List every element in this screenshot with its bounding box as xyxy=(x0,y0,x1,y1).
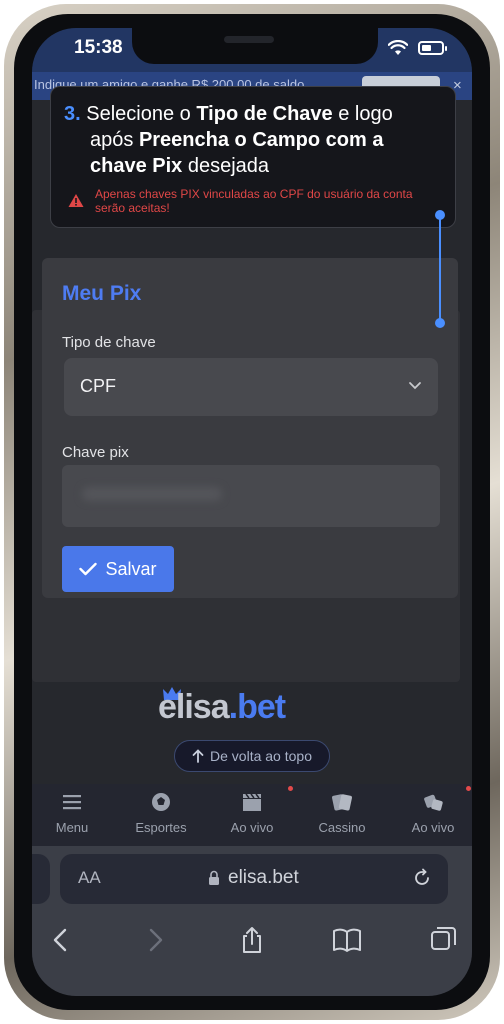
tooltip-bold-text: Preencha o Campo com a xyxy=(138,129,384,151)
step-number: 3. xyxy=(64,103,81,125)
tooltip-pointer-dot-top xyxy=(435,210,445,220)
previous-tab[interactable] xyxy=(32,854,50,904)
chevron-down-icon xyxy=(409,382,421,390)
tooltip-pointer-line xyxy=(439,214,441,322)
pix-card: Meu Pix Tipo de chave CPF Chave pix Salv… xyxy=(42,258,458,598)
share-icon[interactable] xyxy=(237,926,267,954)
elisa-bet-logo: elisa.bet xyxy=(158,688,286,727)
bookmarks-icon[interactable] xyxy=(332,926,362,954)
nav-item-menu[interactable]: Menu xyxy=(32,792,112,844)
status-time: 15:38 xyxy=(74,37,123,58)
nav-item-esportes[interactable]: Esportes xyxy=(121,792,201,844)
soccer-ball-icon xyxy=(152,793,170,811)
wifi-icon xyxy=(388,40,408,55)
tooltip-text: após xyxy=(90,129,139,151)
tooltip-text: desejada xyxy=(182,155,270,177)
url-text: elisa.bet xyxy=(228,867,299,888)
phone-screen: 15:38 Indique um amigo e ganhe R$ 200,00… xyxy=(32,28,472,996)
bottom-nav: Menu Esportes Ao vivo Cassino Ao vivo xyxy=(32,784,472,846)
nav-label-ao-vivo: Ao vivo xyxy=(230,820,274,835)
key-type-value: CPF xyxy=(80,376,116,396)
reload-icon[interactable] xyxy=(412,868,432,888)
tooltip-pointer-dot-bottom xyxy=(435,318,445,328)
forward-icon[interactable] xyxy=(140,926,170,954)
clapperboard-icon xyxy=(243,793,261,811)
arrow-up-icon xyxy=(192,749,204,763)
nav-label-esportes: Esportes xyxy=(135,820,187,835)
tooltip-text: e logo xyxy=(332,103,393,125)
warning-icon xyxy=(68,194,84,207)
tooltip-bold-text: Tipo de Chave xyxy=(196,103,333,125)
card-title: Meu Pix xyxy=(62,282,142,305)
key-type-select[interactable]: CPF xyxy=(64,358,438,416)
battery-icon xyxy=(418,41,447,55)
speaker-grille xyxy=(224,36,274,43)
nav-item-ao-vivo[interactable]: Ao vivo xyxy=(212,792,292,844)
back-icon[interactable] xyxy=(46,926,76,954)
pix-key-input[interactable] xyxy=(62,465,440,527)
logo-text-bet: .bet xyxy=(228,688,286,726)
tabs-icon[interactable] xyxy=(428,926,458,954)
menu-icon xyxy=(63,795,81,810)
pix-key-label: Chave pix xyxy=(62,444,129,461)
lock-icon xyxy=(209,870,219,885)
url-bar[interactable]: AA elisa.bet xyxy=(60,854,448,904)
nav-item-cassino[interactable]: Cassino xyxy=(302,792,382,844)
live-indicator-dot-2 xyxy=(466,786,471,791)
save-button[interactable]: Salvar xyxy=(62,546,174,592)
notch xyxy=(132,28,378,64)
save-label: Salvar xyxy=(105,558,157,579)
key-type-label: Tipo de chave xyxy=(62,334,156,351)
tooltip-line-1: 3. Selecione o Tipo de Chave e logo xyxy=(64,103,393,126)
check-icon xyxy=(79,562,98,576)
live-indicator-dot xyxy=(288,786,293,791)
back-to-top-button[interactable]: De volta ao topo xyxy=(174,740,330,772)
tooltip-text: Selecione o xyxy=(80,103,197,125)
cards-icon xyxy=(332,794,352,811)
status-bar: 15:38 xyxy=(32,28,472,72)
nav-label-menu: Menu xyxy=(55,820,89,835)
back-to-top-label: De volta ao topo xyxy=(210,748,312,764)
reader-settings-button[interactable]: AA xyxy=(78,868,101,888)
tooltip-line-2: após Preencha o Campo com a xyxy=(90,129,383,152)
logo-text-elisa: elisa xyxy=(158,688,230,726)
tooltip-line-3: chave Pix desejada xyxy=(90,155,269,178)
browser-chrome: AA elisa.bet xyxy=(32,846,472,996)
nav-label-ao-vivo-2: Ao vivo xyxy=(411,820,455,835)
dice-icon xyxy=(424,794,443,811)
warning-text: Apenas chaves PIX vinculadas ao CPF do u… xyxy=(95,187,413,215)
blurred-pix-key xyxy=(82,487,222,501)
nav-item-ao-vivo-cassino[interactable]: Ao vivo xyxy=(393,792,472,844)
tutorial-tooltip: 3. Selecione o Tipo de Chave e logo após… xyxy=(50,86,456,228)
tooltip-bold-text: chave Pix xyxy=(90,155,183,177)
nav-label-cassino: Cassino xyxy=(318,820,366,835)
